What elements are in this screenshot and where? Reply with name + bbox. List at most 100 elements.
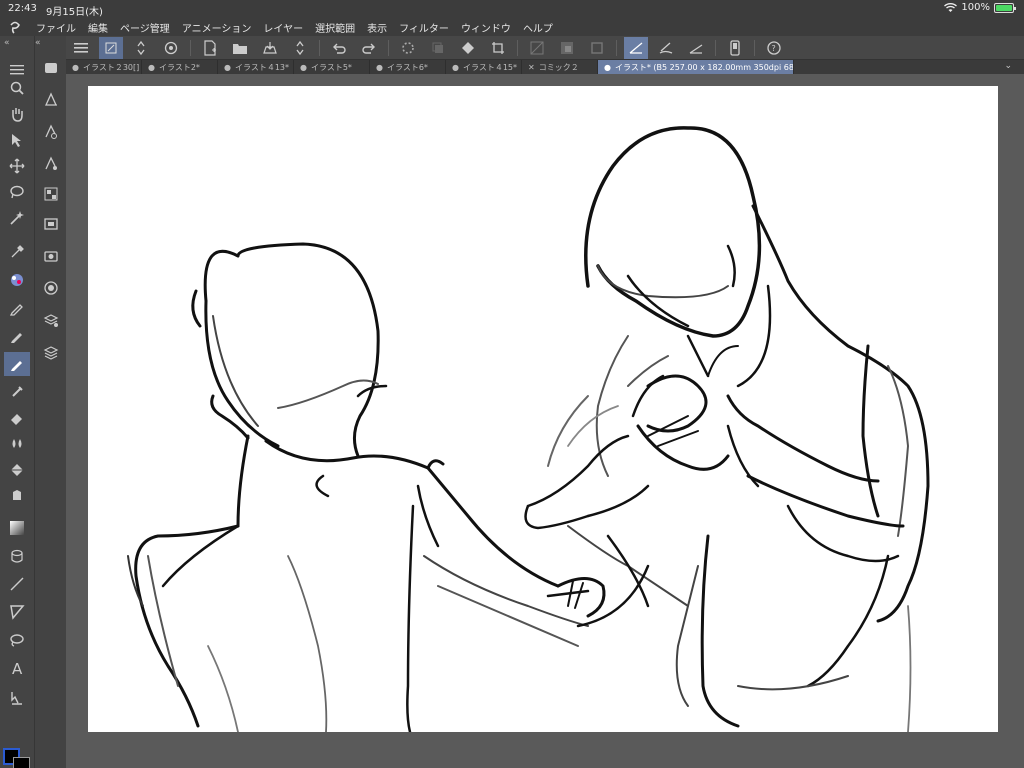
layer-stack-icon[interactable]: [38, 340, 64, 364]
sub-tool-icon[interactable]: [38, 56, 64, 80]
undo-icon[interactable]: [327, 37, 351, 59]
pencil-icon[interactable]: [4, 324, 30, 348]
correct-line-icon[interactable]: [4, 686, 30, 710]
lasso-select-icon[interactable]: [4, 180, 30, 204]
tab-illust-4-15[interactable]: ● イラスト４15*: [446, 60, 522, 74]
crop-icon[interactable]: [486, 37, 510, 59]
toolbar-divider: [190, 39, 191, 56]
selection-border-icon[interactable]: [585, 37, 609, 59]
tab-illust-active[interactable]: ● イラスト* (B5 257.00 x 182.00mm 350dpi 68.7…: [598, 60, 794, 74]
save-icon[interactable]: [258, 37, 282, 59]
background-color-swatch[interactable]: [13, 757, 30, 768]
menu-layer[interactable]: レイヤー: [257, 20, 309, 35]
grid-snap-icon[interactable]: [684, 37, 708, 59]
layer-search-icon[interactable]: [38, 120, 64, 144]
toolbar-divider: [616, 39, 617, 56]
airbrush-icon[interactable]: [4, 380, 30, 404]
layer-property-icon[interactable]: [38, 88, 64, 112]
canvas-tab-bar: ● イラスト２30[] ● イラスト2* ● イラスト４13* ● イラスト5* ● イラ…: [66, 60, 1024, 74]
menu-window[interactable]: ウィンドウ: [455, 20, 517, 35]
lasso-icon[interactable]: [4, 628, 30, 652]
gradient-icon[interactable]: [4, 516, 30, 540]
open-folder-icon[interactable]: [228, 37, 252, 59]
chevron-down-icon[interactable]: ⌄: [1004, 61, 1012, 71]
drawing-canvas[interactable]: [88, 86, 998, 732]
app-logo-icon[interactable]: [0, 18, 30, 36]
menu-filter[interactable]: フィルター: [393, 20, 455, 35]
menu-hamburger-icon[interactable]: [69, 37, 93, 59]
quick-access-icon[interactable]: [99, 36, 123, 59]
redo-icon[interactable]: [357, 37, 381, 59]
toolbar-divider: [517, 39, 518, 56]
tab-illust-4-13[interactable]: ● イラスト４13*: [218, 60, 294, 74]
battery-percent: 100%: [961, 2, 990, 13]
menu-file[interactable]: ファイル: [30, 20, 82, 35]
magnifier-icon[interactable]: [4, 76, 30, 100]
tab-comic-2[interactable]: ✕ コミック２: [522, 60, 598, 74]
pen-icon[interactable]: [4, 296, 30, 320]
menu-edit[interactable]: 編集: [82, 20, 114, 35]
tab-illust-2[interactable]: ● イラスト2*: [142, 60, 218, 74]
clear-selection-icon[interactable]: [525, 37, 549, 59]
tab-label: イラスト6*: [386, 62, 428, 72]
tab-illust-6[interactable]: ● イラスト6*: [370, 60, 446, 74]
loading-icon[interactable]: [396, 37, 420, 59]
arrows-updown-icon[interactable]: [129, 37, 153, 59]
text-icon[interactable]: A: [4, 656, 30, 680]
layers-icon[interactable]: [38, 308, 64, 332]
canvas-workspace[interactable]: [66, 74, 1024, 768]
navigator-icon[interactable]: [38, 182, 64, 206]
eyedropper-icon[interactable]: [4, 240, 30, 264]
copy-icon[interactable]: [426, 37, 450, 59]
ruler-snap-icon[interactable]: [624, 36, 648, 59]
sub-view-icon[interactable]: [38, 152, 64, 176]
auto-select-icon[interactable]: [4, 206, 30, 230]
decoration-icon[interactable]: [4, 268, 30, 292]
blend-icon[interactable]: [4, 432, 30, 456]
menu-view[interactable]: 表示: [361, 20, 393, 35]
collapse-sub-icon[interactable]: «: [35, 38, 41, 48]
toolbar-divider: [754, 39, 755, 56]
material-icon[interactable]: [38, 276, 64, 300]
operation-icon[interactable]: [4, 128, 30, 152]
menu-bar: ファイル 編集 ページ管理 アニメーション レイヤー 選択範囲 表示 フィルター…: [0, 18, 1024, 36]
status-bar: 22:43 9月15日(木) 100%: [0, 0, 1024, 18]
move-icon[interactable]: [4, 154, 30, 178]
arrows-updown-icon[interactable]: [288, 37, 312, 59]
invert-selection-icon[interactable]: [555, 37, 579, 59]
menu-help[interactable]: ヘルプ: [517, 20, 559, 35]
menu-page[interactable]: ページ管理: [114, 20, 176, 35]
eraser-icon[interactable]: [4, 406, 30, 430]
collapse-left-icon[interactable]: «: [4, 38, 10, 48]
smartphone-icon[interactable]: [723, 37, 747, 59]
tab-illust-5[interactable]: ● イラスト5*: [294, 60, 370, 74]
sub-palette: «: [34, 36, 66, 768]
companion-icon[interactable]: [159, 37, 183, 59]
tab-close-icon[interactable]: ✕: [528, 63, 535, 72]
hand-icon[interactable]: [4, 102, 30, 126]
sketch-drawing: [127, 126, 930, 732]
tab-label: イラスト２30[]: [82, 62, 140, 72]
fill-bucket-icon[interactable]: [456, 37, 480, 59]
new-file-icon[interactable]: [198, 37, 222, 59]
camera-icon[interactable]: [38, 244, 64, 268]
line-icon[interactable]: [4, 572, 30, 596]
tab-dot: ●: [72, 62, 79, 72]
tab-dot: ●: [452, 62, 459, 72]
gradient-fill-icon[interactable]: [4, 484, 30, 508]
help-icon[interactable]: ?: [762, 37, 786, 59]
special-ruler-snap-icon[interactable]: [654, 37, 678, 59]
menu-animation[interactable]: アニメーション: [176, 20, 258, 35]
figure-icon[interactable]: [4, 544, 30, 568]
tab-illust-2-30[interactable]: ● イラスト２30[]: [66, 60, 142, 74]
brush-icon[interactable]: [4, 352, 30, 376]
wifi-icon: [944, 2, 958, 12]
battery-icon: [994, 2, 1016, 13]
svg-text:A: A: [12, 660, 23, 676]
tab-dot: ●: [148, 62, 155, 72]
fill-icon[interactable]: [4, 458, 30, 482]
animation-icon[interactable]: [38, 212, 64, 236]
polygon-icon[interactable]: [4, 600, 30, 624]
tool-palette: « A: [0, 36, 34, 768]
menu-selection[interactable]: 選択範囲: [309, 20, 361, 35]
